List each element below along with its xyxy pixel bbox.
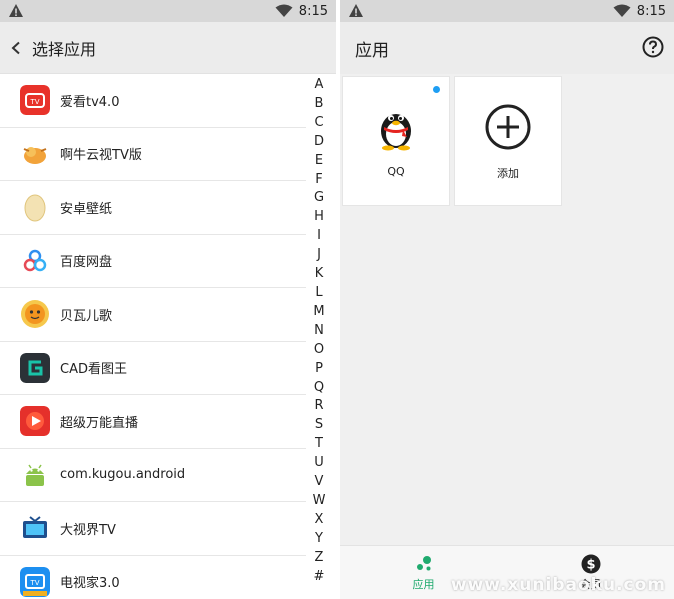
list-item[interactable]: com.kugou.android [0,449,306,502]
apps-home-screen: 8:15 应用 QQ 添加 应用 $ 会员 www.xunibaoku.com [340,0,674,599]
index-letter[interactable]: C [314,114,323,133]
qq-penguin-icon [372,103,420,151]
index-letter[interactable]: U [314,454,324,473]
wifi-icon [613,4,631,17]
list-item[interactable]: 贝瓦儿歌 [0,288,306,342]
app-label: 啊牛云视TV版 [60,148,142,164]
app-label: 电视家3.0 [60,576,120,592]
index-letter[interactable]: T [315,435,323,454]
status-time: 8:15 [298,3,328,19]
index-letter[interactable]: L [315,284,322,303]
status-time: 8:15 [636,3,666,19]
aikan-tv-icon: TV [20,85,50,116]
beiwa-songs-icon [20,299,50,329]
watermark-text: www.xunibaoku.com [450,575,666,595]
list-item[interactable]: 百度网盘 [0,235,306,288]
index-letter[interactable]: M [313,303,324,322]
list-item[interactable]: 啊牛云视TV版 [0,128,306,181]
wifi-icon [275,4,293,17]
dianshijia-tv-icon: TV [20,566,50,597]
add-circle-icon [484,103,532,151]
list-item[interactable]: TV 电视家3.0 [0,556,306,599]
app-list: TV 爱看tv4.0 啊牛云视TV版 安卓壁纸 百度网盘 贝瓦儿歌 CAD看图王… [0,74,336,599]
index-letter[interactable]: G [314,189,324,208]
index-letter[interactable]: X [315,511,324,530]
apps-dots-icon [414,554,434,574]
index-letter[interactable]: F [315,171,322,190]
index-letter[interactable]: H [314,208,324,227]
status-bar: 8:15 [340,0,674,22]
svg-text:TV: TV [29,579,39,587]
list-item[interactable]: 超级万能直播 [0,395,306,449]
toolbar: 选择应用 [0,22,336,74]
tile-label: QQ [387,165,405,178]
page-title: 应用 [355,40,389,61]
index-letter[interactable]: K [315,265,324,284]
list-item[interactable]: TV 爱看tv4.0 [0,74,306,128]
index-letter[interactable]: P [315,360,323,379]
cad-viewer-icon [20,352,50,383]
app-label: 安卓壁纸 [60,201,113,217]
toolbar: 应用 [340,22,674,74]
index-letter[interactable]: V [315,473,324,492]
index-letter[interactable]: E [315,152,323,171]
index-letter[interactable]: I [317,227,321,246]
list-item[interactable]: 大视界TV [0,502,306,556]
new-badge-dot [433,86,440,93]
index-letter[interactable]: R [314,397,323,416]
app-picker-screen: 8:15 选择应用 TV 爱看tv4.0 啊牛云视TV版 安卓壁纸 百度网盘 贝… [0,0,336,599]
android-robot-icon [20,460,50,490]
baidu-netdisk-icon [20,246,50,276]
app-label: 大视界TV [60,522,116,538]
back-arrow-icon[interactable] [10,41,24,55]
svg-text:TV: TV [29,98,39,106]
egg-wallpaper-icon [20,192,50,222]
help-icon[interactable] [642,36,664,58]
app-label: 百度网盘 [60,255,113,271]
svg-text:$: $ [586,558,595,573]
index-letter[interactable]: B [315,95,324,114]
index-letter[interactable]: Y [315,530,323,549]
list-item[interactable]: CAD看图王 [0,342,306,395]
app-tile-qq[interactable]: QQ [342,76,450,206]
alphabet-index[interactable]: A B C D E F G H I J K L M N O P Q R S T … [312,76,326,586]
index-letter[interactable]: W [313,492,326,511]
index-letter[interactable]: J [317,246,321,265]
index-letter[interactable]: N [314,322,324,341]
index-letter[interactable]: Z [315,549,324,568]
index-letter[interactable]: A [315,76,324,95]
index-letter[interactable]: S [315,416,323,435]
app-grid: QQ 添加 [342,76,562,206]
app-label: 爱看tv4.0 [60,94,120,110]
aniu-tv-icon [20,139,50,169]
page-title: 选择应用 [32,39,97,59]
app-label: 贝瓦儿歌 [60,308,113,324]
warning-icon [9,4,23,17]
index-letter[interactable]: D [314,133,324,152]
add-app-tile[interactable]: 添加 [454,76,562,206]
status-bar: 8:15 [0,0,336,22]
nav-label: 应用 [412,578,435,591]
dollar-coin-icon: $ [581,554,601,574]
index-letter[interactable]: # [314,568,325,587]
warning-icon [349,4,363,17]
app-label: CAD看图王 [60,362,127,378]
list-item[interactable]: 安卓壁纸 [0,181,306,235]
app-label: 超级万能直播 [60,415,139,431]
super-live-icon [20,406,50,437]
app-label: com.kugou.android [60,467,186,483]
index-letter[interactable]: Q [314,379,324,398]
index-letter[interactable]: O [314,341,324,360]
tile-label: 添加 [497,167,519,180]
dashijie-tv-icon [20,513,50,544]
